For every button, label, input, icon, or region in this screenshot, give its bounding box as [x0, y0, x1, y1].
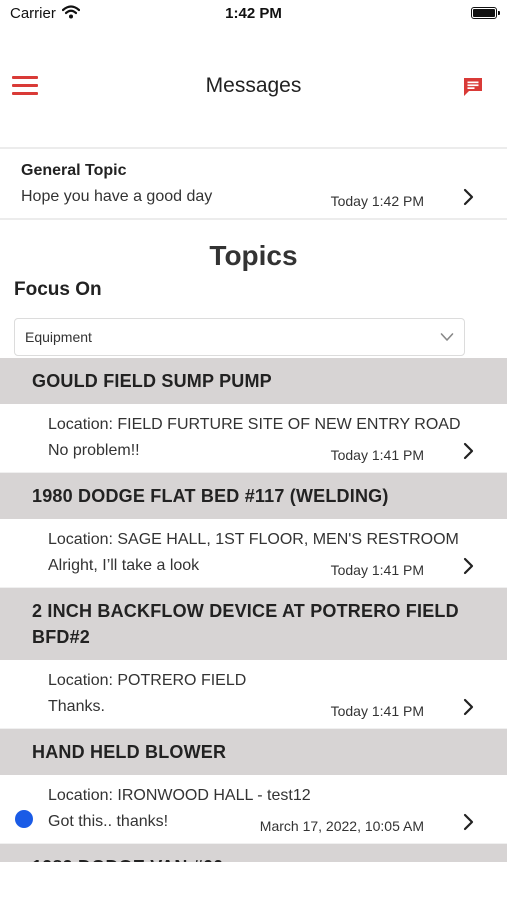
- focus-select-value: Equipment: [25, 329, 92, 345]
- chevron-right-icon: [463, 698, 474, 716]
- topic-last-message: Got this.. thanks!: [48, 813, 169, 830]
- focus-select[interactable]: Equipment: [14, 318, 465, 356]
- topic-section-header: 1980 DODGE FLAT BED #117 (WELDING): [0, 473, 507, 519]
- divider: [0, 147, 507, 149]
- status-time: 1:42 PM: [225, 5, 282, 22]
- topic-message-row[interactable]: Location: IRONWOOD HALL - test12 Got thi…: [0, 775, 507, 844]
- chevron-right-icon: [463, 557, 474, 575]
- topic-location: Location: SAGE HALL, 1ST FLOOR, MEN'S RE…: [48, 531, 459, 548]
- page-title: Messages: [205, 74, 302, 97]
- divider: [0, 218, 507, 220]
- topic-time: Today 1:41 PM: [330, 447, 424, 463]
- general-topic-time: Today 1:42 PM: [330, 193, 424, 209]
- topic-last-message: Thanks.: [48, 698, 105, 715]
- topic-location: Location: POTRERO FIELD: [48, 672, 247, 689]
- topic-time: Today 1:41 PM: [330, 562, 424, 578]
- topic-message-row[interactable]: Location: FIELD FURTURE SITE OF NEW ENTR…: [0, 404, 507, 473]
- topic-section-header: 1989 DODGE VAN #60: [0, 844, 507, 862]
- chevron-right-icon: [463, 188, 474, 206]
- topic-message-row[interactable]: Location: POTRERO FIELD Thanks. Today 1:…: [0, 660, 507, 729]
- topic-location: Location: FIELD FURTURE SITE OF NEW ENTR…: [48, 416, 461, 433]
- general-topic-row[interactable]: General Topic Hope you have a good day T…: [0, 150, 507, 218]
- chevron-down-icon: [440, 333, 454, 341]
- unread-indicator: [15, 810, 33, 828]
- topics-heading: Topics: [209, 240, 298, 271]
- focus-on-label: Focus On: [14, 279, 102, 300]
- chevron-right-icon: [463, 813, 474, 831]
- navigation-bar: Messages: [0, 60, 507, 114]
- topics-list[interactable]: GOULD FIELD SUMP PUMP Location: FIELD FU…: [0, 358, 507, 862]
- general-topic-preview: Hope you have a good day: [21, 188, 213, 205]
- topic-section-header: GOULD FIELD SUMP PUMP: [0, 358, 507, 404]
- topic-message-row[interactable]: Location: SAGE HALL, 1ST FLOOR, MEN'S RE…: [0, 519, 507, 588]
- topic-time: Today 1:41 PM: [330, 703, 424, 719]
- general-topic-title: General Topic: [21, 162, 127, 179]
- topic-last-message: No problem!!: [48, 442, 140, 459]
- message-icon[interactable]: [461, 75, 485, 99]
- status-bar: Carrier 1:42 PM: [0, 0, 507, 30]
- battery-icon: [471, 7, 500, 19]
- topic-section-header: 2 INCH BACKFLOW DEVICE AT POTRERO FIELD …: [0, 588, 507, 660]
- topic-section-header: HAND HELD BLOWER: [0, 729, 507, 775]
- topic-time: March 17, 2022, 10:05 AM: [259, 818, 424, 834]
- chevron-right-icon: [463, 442, 474, 460]
- topic-location: Location: IRONWOOD HALL - test12: [48, 787, 311, 804]
- topic-last-message: Alright, I’ll take a look: [48, 557, 200, 574]
